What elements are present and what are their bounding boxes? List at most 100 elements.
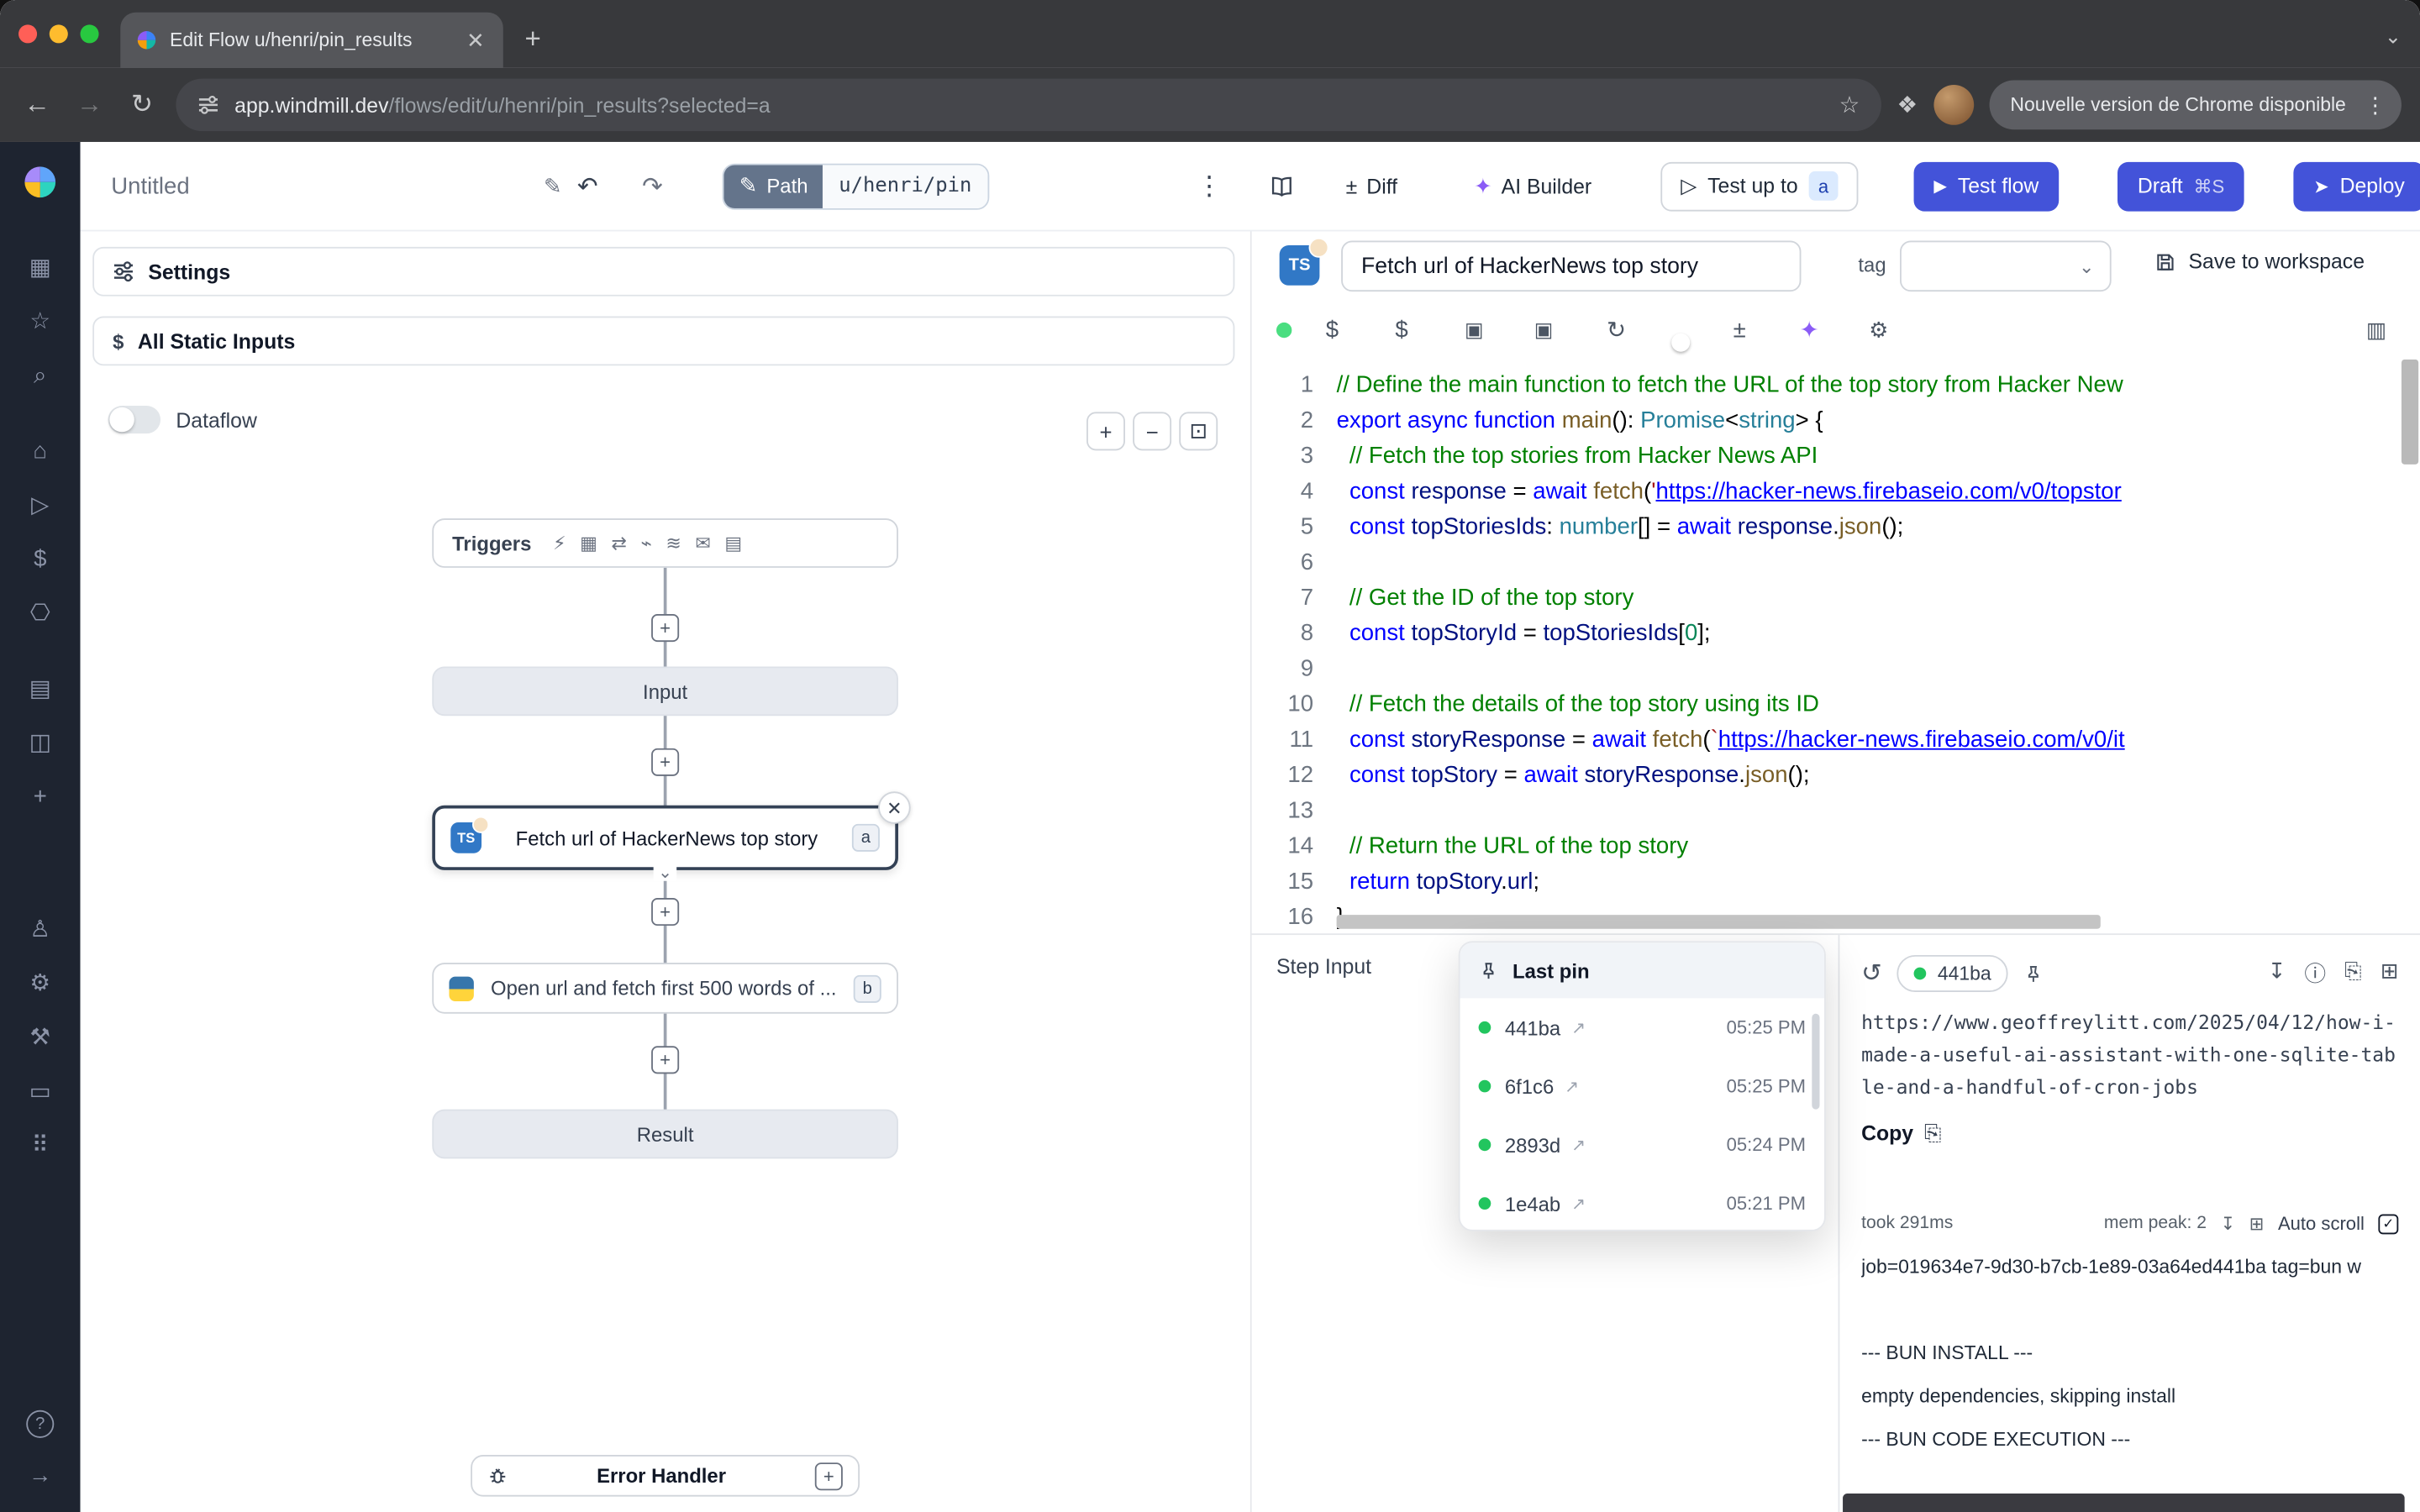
fit-view-button[interactable]: ⊡ — [1179, 412, 1218, 450]
chrome-update-pill[interactable]: Nouvelle version de Chrome disponible ⋮ — [1989, 81, 2402, 130]
step-b-node[interactable]: Open url and fetch first 500 words of ..… — [432, 963, 898, 1014]
add-icon[interactable]: + — [22, 778, 59, 815]
insert-step-button[interactable]: + — [651, 898, 679, 926]
workers-icon[interactable]: ⚒ — [22, 1018, 59, 1055]
code-line[interactable]: const storyResponse = await fetch(`https… — [1337, 722, 2420, 758]
url-field[interactable]: app.windmill.dev/flows/edit/u/henri/pin_… — [176, 79, 1881, 131]
step-a-node[interactable]: TS Fetch url of HackerNews top story a ✕… — [432, 806, 898, 870]
external-link-icon[interactable]: ↗ — [1565, 1076, 1579, 1096]
run-badge[interactable]: 441ba — [1897, 955, 2008, 992]
insert-step-button[interactable]: + — [651, 1046, 679, 1074]
code-editor[interactable]: 12345678910111213141516 // Define the ma… — [1252, 360, 2420, 933]
help-icon[interactable]: ? — [26, 1410, 54, 1438]
home-icon[interactable]: ⌂ — [22, 432, 59, 469]
log-expand-icon[interactable]: ⊞ — [2249, 1213, 2265, 1235]
tab-step-input[interactable]: Step Input — [1276, 955, 1371, 979]
back-icon[interactable]: ← — [18, 90, 55, 121]
input-node[interactable]: Input — [432, 666, 898, 716]
trigger-type-icon[interactable]: ✉ — [695, 533, 710, 554]
minimize-window-button[interactable] — [50, 24, 68, 43]
chrome-menu-icon[interactable]: ⋮ — [2359, 92, 2392, 118]
path-control[interactable]: ✎Path u/henri/pin — [723, 163, 989, 209]
diff-mode-icon[interactable]: ± — [1733, 317, 1746, 343]
copy-button[interactable]: Copy ⎘ — [1861, 1120, 2398, 1146]
undo-icon[interactable]: ↶ — [577, 171, 598, 202]
trigger-type-icon[interactable]: ▦ — [580, 533, 597, 554]
apps-icon[interactable]: ▦ — [22, 249, 59, 286]
docs-book-icon[interactable] — [1269, 175, 1295, 198]
reset-code-icon[interactable]: ↻ — [1607, 317, 1626, 344]
browser-tab[interactable]: Edit Flow u/henri/pin_results ✕ — [120, 13, 503, 68]
save-to-workspace-button[interactable]: Save to workspace — [2154, 250, 2365, 274]
result-url[interactable]: https://www.geoffreylitt.com/2025/04/12/… — [1861, 1006, 2398, 1104]
history-icon[interactable]: ↺ — [1861, 958, 1882, 990]
profile-avatar[interactable] — [1933, 85, 1974, 125]
test-flow-button[interactable]: ▶ Test flow — [1914, 161, 2060, 211]
forward-icon[interactable]: → — [71, 90, 108, 121]
log-scrollbar-dark[interactable] — [1843, 1494, 2405, 1512]
favorites-icon[interactable]: ☆ — [22, 302, 59, 339]
diff-button[interactable]: ± Diff — [1346, 175, 1397, 198]
editor-settings-gear-icon[interactable]: ⚙ — [1869, 317, 1888, 343]
edit-name-pencil-icon[interactable]: ✎ — [544, 173, 562, 199]
new-tab-button[interactable]: + — [524, 24, 540, 56]
package-icon[interactable]: ▣ — [1534, 318, 1554, 342]
more-options-icon[interactable]: ⋮ — [1196, 171, 1222, 202]
windmill-logo[interactable] — [22, 164, 59, 201]
vertical-scrollbar[interactable] — [2402, 360, 2418, 465]
external-link-icon[interactable]: ↗ — [1571, 1017, 1586, 1037]
pin-icon[interactable] — [2023, 963, 2044, 984]
site-info-icon[interactable] — [197, 94, 219, 116]
close-window-button[interactable] — [18, 24, 37, 43]
code-line[interactable]: const topStoriesIds: number[] = await re… — [1337, 509, 2420, 544]
insert-step-button[interactable]: + — [651, 614, 679, 642]
triggers-node[interactable]: Triggers ⚡▦⇄⌁≋✉▤ — [432, 518, 898, 568]
code-line[interactable]: // Fetch the details of the top story us… — [1337, 686, 2420, 722]
settings-row[interactable]: Settings — [92, 247, 1234, 297]
path-chip[interactable]: ✎Path — [723, 165, 823, 207]
extensions-icon[interactable]: ❖ — [1897, 91, 1918, 118]
all-static-inputs-row[interactable]: $ All Static Inputs — [92, 317, 1234, 366]
horizontal-scrollbar[interactable] — [1337, 915, 2101, 929]
code-line[interactable]: // Get the ID of the top story — [1337, 580, 2420, 616]
code-line[interactable]: export async function main(): Promise<st… — [1337, 402, 2420, 438]
account-icon[interactable]: ♙ — [22, 911, 59, 948]
schedules-icon[interactable]: ▤ — [22, 669, 59, 706]
runs-icon[interactable]: ▷ — [22, 486, 59, 523]
groups-icon[interactable]: ⠿ — [22, 1126, 59, 1163]
test-up-to-button[interactable]: ▷ Test up to a — [1660, 161, 1858, 211]
draft-button[interactable]: Draft ⌘S — [2118, 161, 2244, 211]
variables-icon[interactable]: $ — [22, 540, 59, 577]
code-line[interactable]: const response = await fetch('https://ha… — [1337, 474, 2420, 509]
collapse-step-chevron-icon[interactable]: ⌄ — [654, 865, 677, 880]
remove-step-icon[interactable]: ✕ — [878, 791, 911, 824]
autoscroll-checkbox[interactable]: ✓ — [2378, 1214, 2398, 1234]
pin-menu-item[interactable]: 441ba↗05:25 PM — [1460, 998, 1824, 1057]
pin-menu-item[interactable]: 6f1c6↗05:25 PM — [1460, 1057, 1824, 1116]
insert-step-button[interactable]: + — [651, 748, 679, 776]
code-line[interactable] — [1337, 544, 2420, 580]
code-line[interactable] — [1337, 793, 2420, 828]
deploy-button[interactable]: ➤ Deploy — [2293, 161, 2420, 211]
tab-close-icon[interactable]: ✕ — [464, 27, 488, 53]
info-icon[interactable]: ⓘ — [2304, 958, 2326, 990]
assistant-panel-icon[interactable]: ▥ — [2366, 317, 2386, 343]
zoom-window-button[interactable] — [81, 24, 99, 43]
tab-search-chevron-icon[interactable]: ⌄ — [2385, 24, 2402, 49]
menu-scrollbar[interactable] — [1812, 1014, 1819, 1110]
download-icon[interactable]: ↧ — [2268, 958, 2286, 990]
package-icon[interactable]: ▣ — [1465, 318, 1484, 342]
trigger-type-icon[interactable]: ⚡ — [553, 533, 566, 554]
resources-icon[interactable]: ⎔ — [22, 594, 59, 631]
trigger-type-icon[interactable]: ⇄ — [611, 533, 626, 554]
redo-icon[interactable]: ↷ — [642, 171, 663, 202]
ai-assist-wand-icon[interactable]: ✦ — [1800, 317, 1819, 344]
zoom-out-button[interactable]: − — [1133, 412, 1171, 450]
copy-to-clipboard-icon[interactable]: ⎘ — [2344, 958, 2362, 990]
code-line[interactable]: return topStory.url; — [1337, 864, 2420, 900]
add-error-handler-button[interactable]: + — [815, 1462, 843, 1489]
external-link-icon[interactable]: ↗ — [1571, 1194, 1586, 1214]
trigger-type-icon[interactable]: ⌁ — [641, 533, 652, 554]
expand-sidebar-icon[interactable]: → — [22, 1457, 59, 1494]
last-pin-menu-item[interactable]: Last pin — [1460, 942, 1824, 998]
